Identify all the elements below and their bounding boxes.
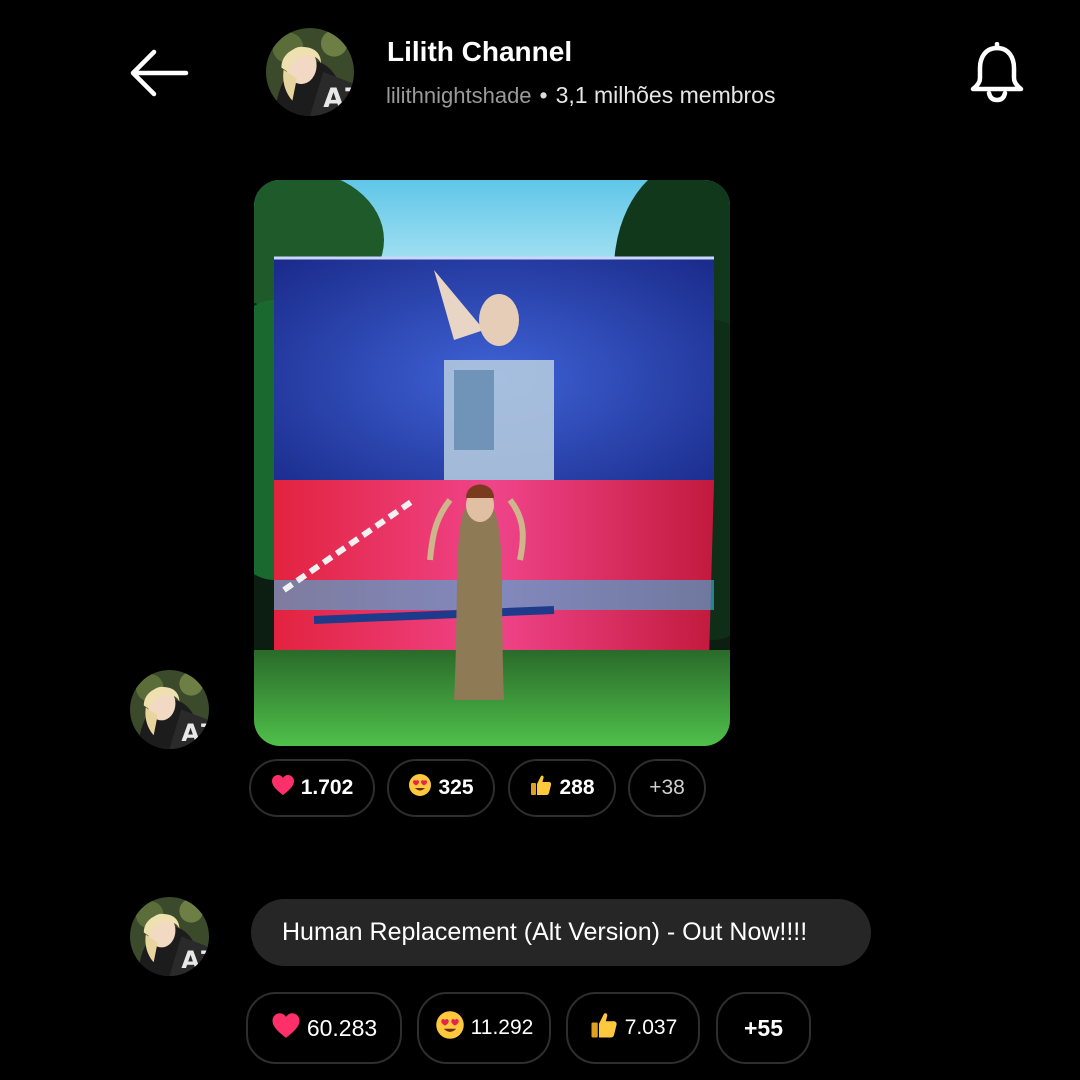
thumbs-up-emoji-icon: [589, 1010, 619, 1046]
reaction-heart-eyes[interactable]: 325: [387, 759, 495, 817]
reaction-heart[interactable]: 60.283: [246, 992, 402, 1064]
notifications-button[interactable]: [968, 41, 1026, 104]
separator-dot: •: [539, 82, 548, 108]
heart-emoji-icon: [271, 1012, 301, 1045]
reaction-heart[interactable]: 1.702: [249, 759, 375, 817]
heart-emoji-icon: [271, 774, 295, 802]
message-text: Human Replacement (Alt Version) - Out No…: [282, 918, 808, 946]
heart-eyes-emoji-icon: [408, 773, 432, 803]
arrow-left-icon: [130, 49, 189, 97]
reaction-count: 11.292: [470, 1016, 534, 1039]
reaction-count: 7.037: [624, 1016, 678, 1039]
post-author-avatar[interactable]: [130, 897, 209, 976]
channel-avatar[interactable]: [266, 28, 354, 116]
heart-eyes-emoji-icon: [435, 1010, 465, 1046]
more-reactions-button[interactable]: +55: [716, 992, 811, 1064]
more-reactions-count: +38: [649, 776, 685, 799]
member-count: 3,1 milhões membros: [555, 82, 776, 108]
back-button[interactable]: [128, 48, 190, 98]
more-reactions-button[interactable]: +38: [628, 759, 706, 817]
reaction-thumbs-up[interactable]: 288: [508, 759, 616, 817]
thumbs-up-emoji-icon: [529, 773, 553, 803]
reaction-count: 1.702: [300, 776, 354, 799]
post-author-avatar[interactable]: [130, 670, 209, 749]
bell-icon: [970, 41, 1024, 103]
channel-handle: lilithnightshade: [386, 83, 532, 108]
channel-title[interactable]: Lilith Channel: [387, 36, 572, 68]
reaction-count: 60.283: [306, 1014, 378, 1041]
message-bubble[interactable]: Human Replacement (Alt Version) - Out No…: [251, 899, 871, 966]
reaction-count: 325: [438, 776, 474, 799]
post-image[interactable]: [254, 180, 730, 746]
channel-subtitle: lilithnightshade • 3,1 milhões membros: [386, 82, 775, 109]
reaction-count: 288: [559, 776, 595, 799]
more-reactions-count: +55: [743, 1014, 783, 1041]
reaction-thumbs-up[interactable]: 7.037: [566, 992, 700, 1064]
reaction-heart-eyes[interactable]: 11.292: [417, 992, 551, 1064]
